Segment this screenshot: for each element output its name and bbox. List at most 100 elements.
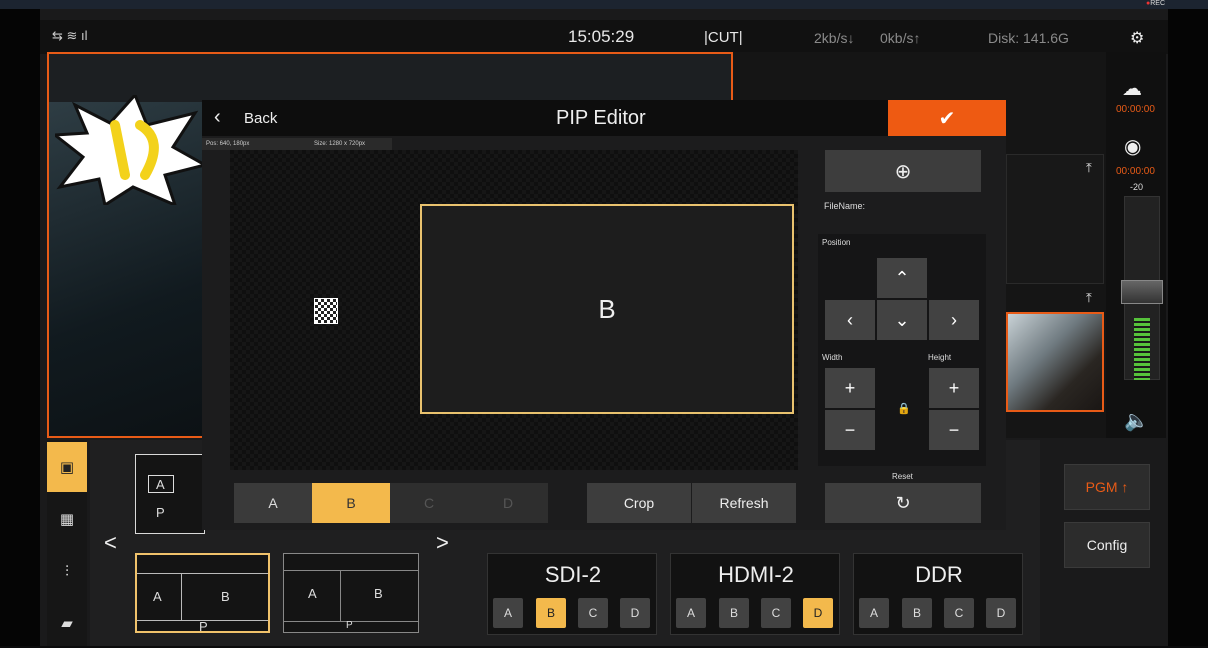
- width-decrease-button[interactable]: −: [825, 410, 875, 450]
- pgm-output-button[interactable]: PGM ↑: [1064, 464, 1150, 510]
- sdi2-source-b[interactable]: B: [536, 598, 566, 628]
- add-file-button[interactable]: ⊕: [825, 150, 981, 192]
- chevron-up-icon: ⌃: [894, 267, 910, 288]
- audio-fader-handle[interactable]: [1121, 280, 1163, 304]
- width-label: Width: [822, 353, 843, 362]
- move-up-button[interactable]: ⌃: [877, 258, 927, 298]
- os-rec-indicator: ●REC: [1146, 0, 1166, 7]
- os-rec-label: REC: [1150, 0, 1166, 7]
- record-timecode: 00:00:00: [1116, 166, 1155, 177]
- right-margin: [1168, 9, 1208, 646]
- back-button[interactable]: Back: [244, 110, 277, 127]
- confirm-check-button[interactable]: ✔: [888, 100, 1006, 136]
- layout-card-2-a: A: [153, 589, 162, 604]
- height-decrease-button[interactable]: −: [929, 410, 979, 450]
- layouts-next-button[interactable]: >: [436, 530, 449, 556]
- tab-calendar[interactable]: ▦: [47, 494, 87, 544]
- source-group-ddr: DDR A B C D: [853, 553, 1023, 635]
- move-right-button[interactable]: ›: [929, 300, 979, 340]
- minus-icon: −: [948, 419, 960, 440]
- tab-folder[interactable]: ▰: [47, 598, 87, 648]
- audio-db-label: -20: [1130, 182, 1144, 192]
- layout-card-pip-a: A: [156, 477, 165, 492]
- plus-circle-icon: ⊕: [894, 160, 912, 183]
- upload-rate: 0kb/s↑: [880, 30, 921, 46]
- reset-button[interactable]: ↻: [825, 483, 981, 523]
- folder-icon: ▰: [61, 615, 73, 632]
- layout-card-pip-p: P: [156, 505, 165, 520]
- layout-card-3-b: B: [374, 586, 383, 601]
- position-label: Position: [822, 238, 851, 247]
- ddr-source-a[interactable]: A: [859, 598, 889, 628]
- sticker-graphic: [55, 95, 205, 205]
- sdi2-source-c[interactable]: C: [578, 598, 608, 628]
- ddr-source-b[interactable]: B: [902, 598, 932, 628]
- position-info: Pos: 640, 180px: [206, 141, 250, 147]
- download-rate: 2kb/s↓: [814, 30, 855, 46]
- upload-icon[interactable]: ⤒: [1086, 160, 1092, 176]
- audio-level-meter: [1134, 318, 1150, 380]
- stream-timecode: 00:00:00: [1116, 104, 1155, 115]
- pip-source-b[interactable]: B: [312, 483, 390, 523]
- layout-card-3-frame: [284, 570, 418, 622]
- source-group-title: HDMI-2: [718, 562, 794, 587]
- pip-editor-title: PIP Editor: [556, 107, 646, 129]
- hdmi2-source-b[interactable]: B: [719, 598, 749, 628]
- hdmi2-source-c[interactable]: C: [761, 598, 791, 628]
- sdi2-source-a[interactable]: A: [493, 598, 523, 628]
- layout-card-2-p: P: [199, 619, 208, 634]
- record-icon[interactable]: ◉: [1124, 134, 1141, 159]
- source-group-title: SDI-2: [544, 562, 602, 587]
- layouts-prev-button[interactable]: <: [104, 530, 117, 556]
- layout-card-pip[interactable]: A P: [135, 454, 205, 534]
- camera-thumbnail[interactable]: [1006, 312, 1104, 412]
- ddr-source-c[interactable]: C: [944, 598, 974, 628]
- refresh-button[interactable]: Refresh: [692, 483, 796, 523]
- layout-card-3-a: A: [308, 586, 317, 601]
- sdi2-source-d[interactable]: D: [620, 598, 650, 628]
- crop-button[interactable]: Crop: [587, 483, 691, 523]
- pip-source-c[interactable]: C: [390, 483, 468, 523]
- layout-card-split[interactable]: A B P: [283, 553, 419, 633]
- side-tabs: ▣ ▦ ⫶ ▰: [47, 440, 87, 646]
- reset-label: Reset: [892, 472, 913, 481]
- config-button[interactable]: Config: [1064, 522, 1150, 568]
- chevron-right-icon: ›: [951, 309, 957, 330]
- pip-window-b[interactable]: B: [420, 204, 794, 414]
- transition-mode[interactable]: |CUT|: [704, 29, 743, 46]
- left-margin: [0, 9, 40, 646]
- tab-audio-mixer[interactable]: ⫶: [47, 546, 87, 596]
- ddr-source-d[interactable]: D: [986, 598, 1016, 628]
- canvas-info-tab: Pos: 640, 180px Size: 1280 x 720px: [202, 138, 392, 150]
- qr-code-icon: [314, 298, 338, 324]
- layout-card-2-b: B: [221, 589, 230, 604]
- back-chevron-icon[interactable]: ‹: [214, 106, 221, 129]
- plus-icon: +: [844, 377, 856, 398]
- move-down-button[interactable]: ⌄: [877, 300, 927, 340]
- hdmi2-source-d[interactable]: D: [803, 598, 833, 628]
- speaker-icon[interactable]: 🔈: [1124, 408, 1149, 433]
- source-group-sdi2: SDI-2 A B C D: [487, 553, 657, 635]
- plus-icon: +: [948, 377, 960, 398]
- move-left-button[interactable]: ‹: [825, 300, 875, 340]
- settings-gear-icon[interactable]: ⚙: [1130, 28, 1144, 48]
- layout-card-3-p: P: [346, 620, 353, 631]
- network-status-icons: ⇆ ≋ ıl: [52, 28, 88, 43]
- pip-source-a[interactable]: A: [234, 483, 312, 523]
- calendar-icon: ▦: [59, 511, 75, 528]
- height-increase-button[interactable]: +: [929, 368, 979, 408]
- upload-icon-2[interactable]: ⤒: [1086, 290, 1092, 306]
- tab-pip-layout[interactable]: ▣: [47, 442, 87, 492]
- size-info: Size: 1280 x 720px: [314, 141, 366, 147]
- width-increase-button[interactable]: +: [825, 368, 875, 408]
- pip-layout-icon: ▣: [59, 459, 75, 476]
- layout-card-3-divider: [340, 570, 341, 622]
- layout-card-side-by-side-selected[interactable]: A B P: [135, 553, 270, 634]
- pip-source-d[interactable]: D: [468, 483, 548, 523]
- hdmi2-source-a[interactable]: A: [676, 598, 706, 628]
- lock-aspect-icon[interactable]: 🔒: [897, 402, 911, 415]
- chevron-down-icon: ⌄: [894, 309, 910, 330]
- minus-icon: −: [844, 419, 856, 440]
- layout-card-2-divider: [181, 573, 182, 621]
- cloud-stream-icon[interactable]: ☁: [1122, 76, 1142, 101]
